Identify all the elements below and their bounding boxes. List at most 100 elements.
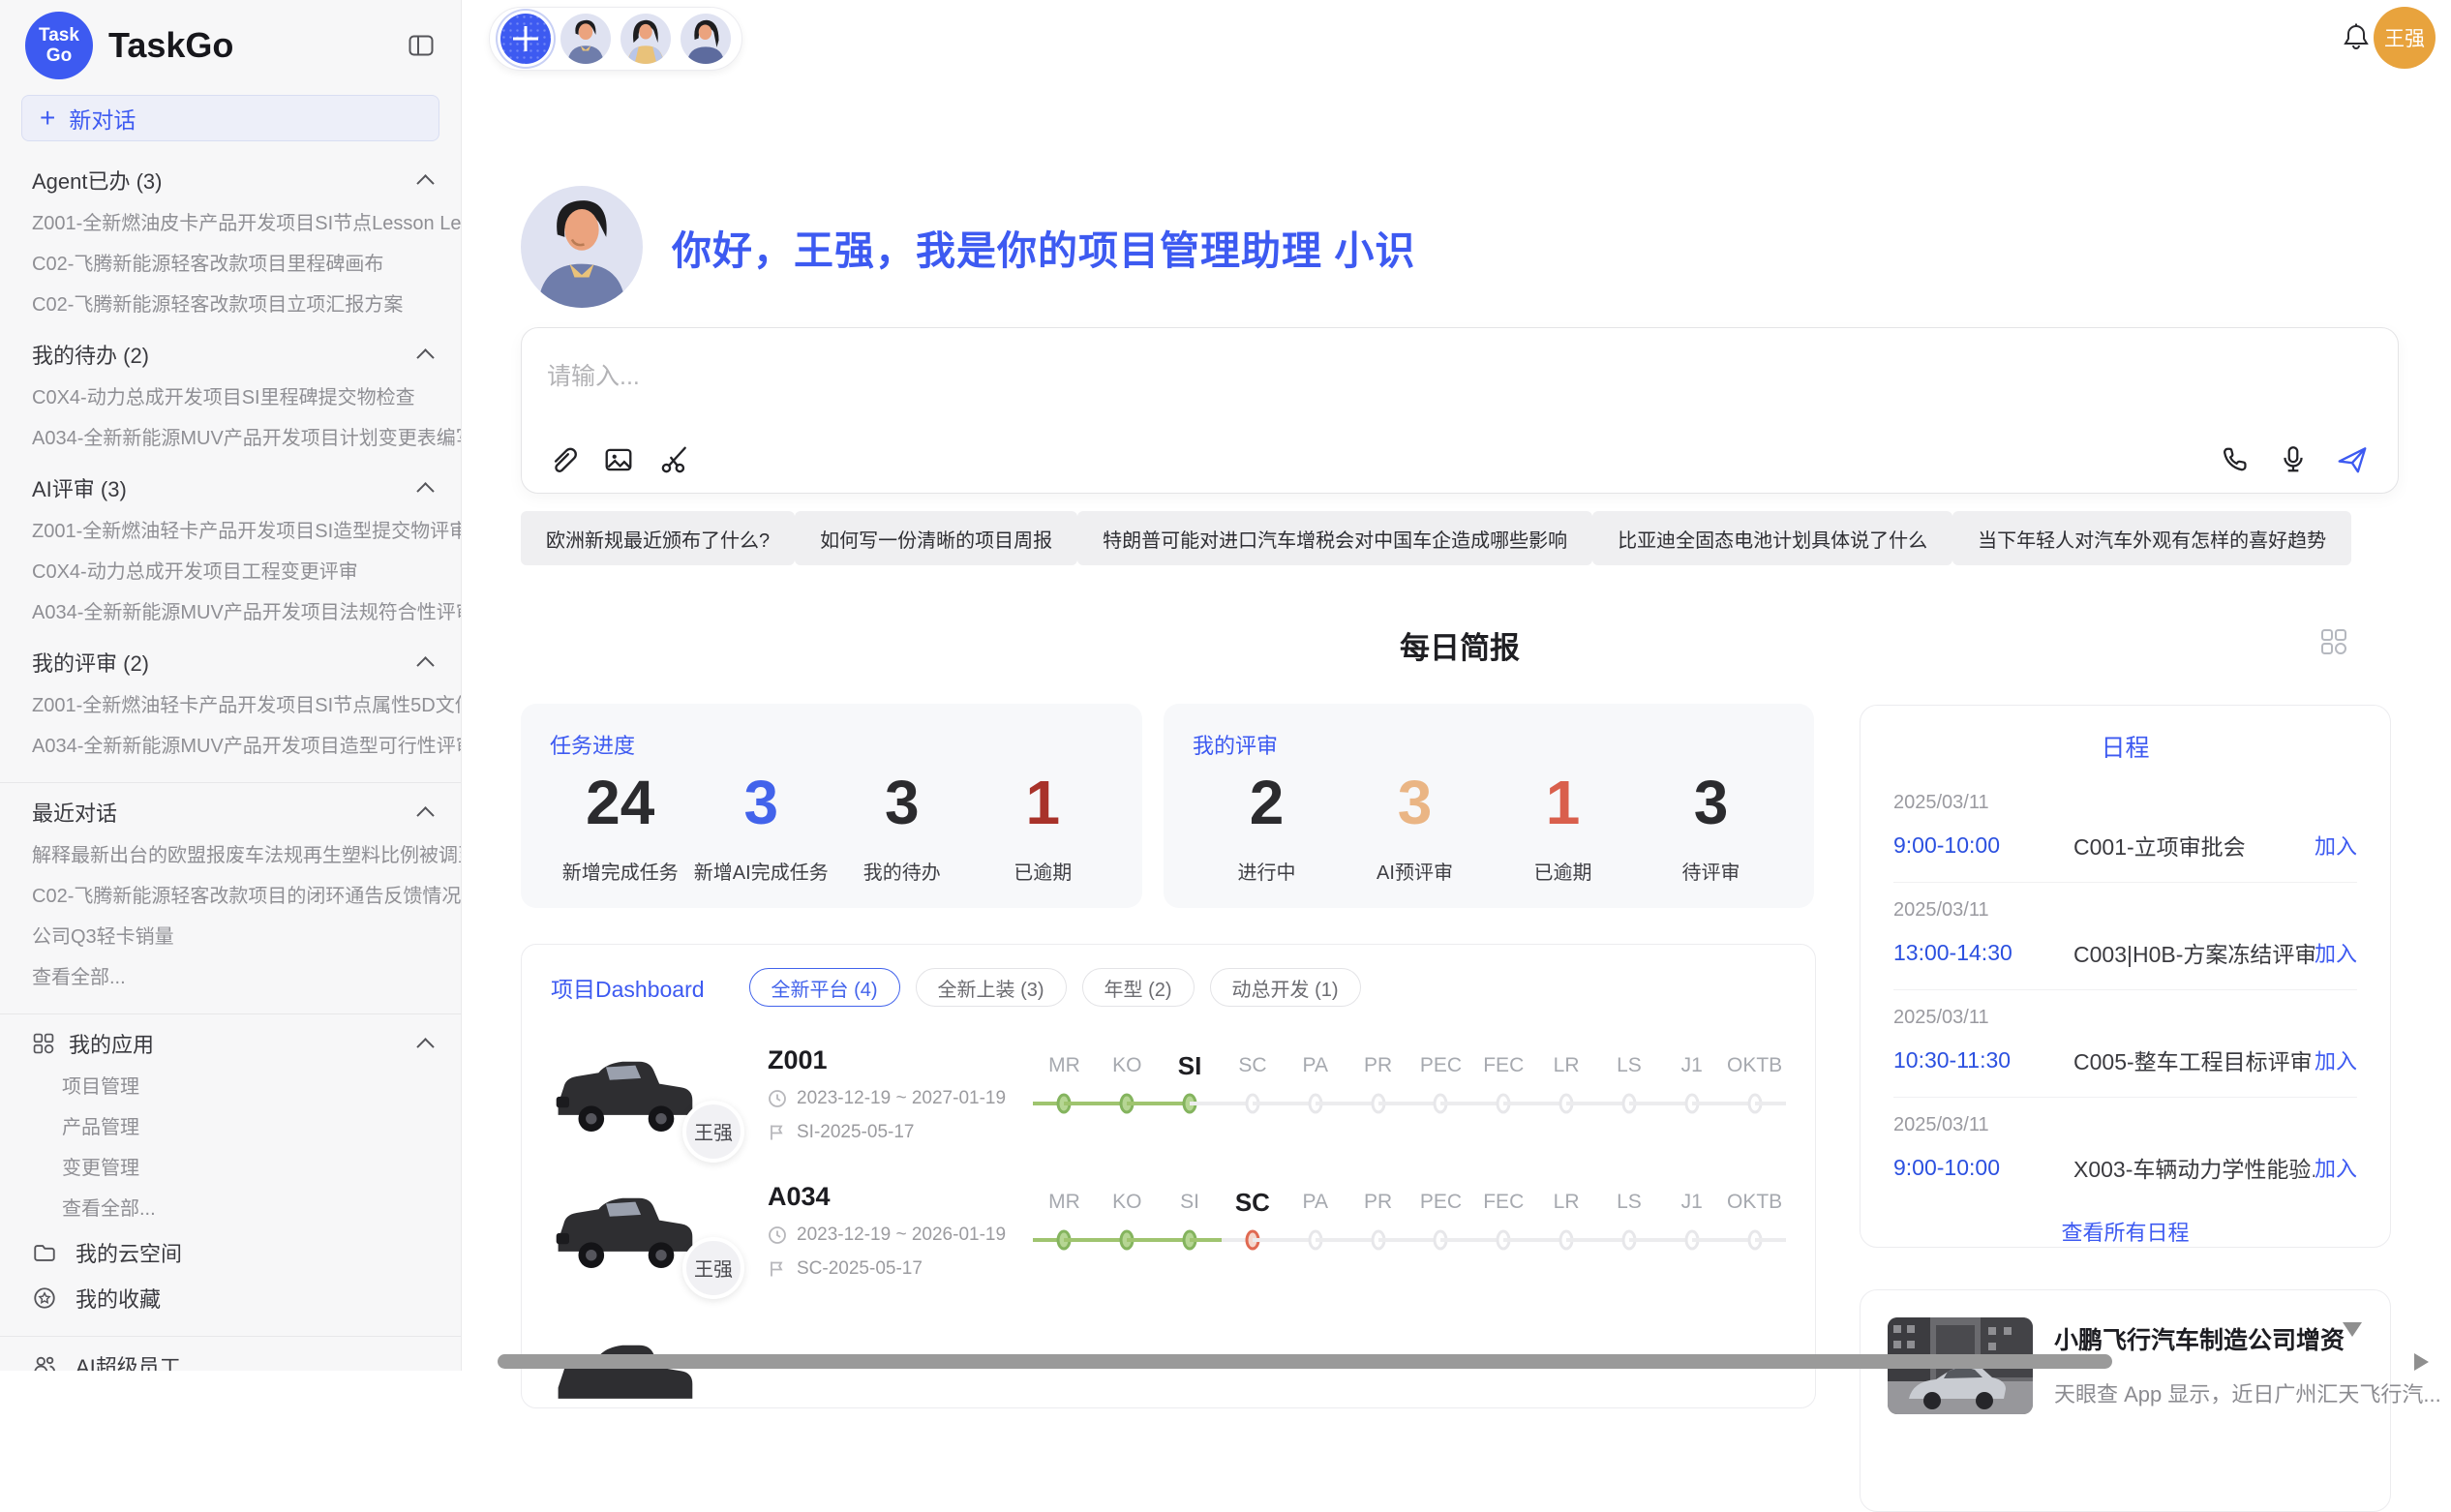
milestone-label: OKTB (1723, 1047, 1786, 1084)
news-card[interactable]: 小鹏飞行汽车制造公司增资 天眼查 App 显示，近日广州汇天飞行汽... (1860, 1289, 2391, 1512)
project-milestone-note: SC-2025-05-17 (797, 1258, 923, 1280)
image-upload-icon[interactable] (603, 444, 634, 475)
section-header[interactable]: 我的评审 (2) (0, 639, 461, 685)
project-row[interactable]: 王强 Z001 2023-12-19 ~ 2027-01-19 SI-2025-… (551, 1045, 1786, 1143)
chevron-up-icon[interactable] (416, 806, 434, 824)
chevron-up-icon[interactable] (416, 656, 434, 674)
sidebar-task-item[interactable]: A034-全新新能源MUV产品开发项目造型可行性评审 (0, 726, 461, 767)
sidebar-task-item[interactable]: Z001-全新燃油皮卡产品开发项目SI节点Lesson Learn报告 (0, 203, 461, 244)
milestone-label: MR (1033, 1047, 1096, 1084)
sidebar-task-item[interactable]: Z001-全新燃油轻卡产品开发项目SI节点属性5D文件评审 (0, 685, 461, 726)
milestone-dot (1559, 1230, 1574, 1251)
phone-call-icon[interactable] (2220, 444, 2251, 475)
app-item[interactable]: 查看全部... (0, 1189, 461, 1229)
recent-chat-item[interactable]: C02-飞腾新能源轻客改款项目的闭环通告反馈情况 (0, 876, 461, 917)
milestone-dot (1308, 1094, 1322, 1114)
team-avatar[interactable] (681, 14, 731, 64)
sidebar-item-cloud-space[interactable]: 我的云空间 (0, 1229, 461, 1275)
collapse-sidebar-icon[interactable] (407, 31, 436, 60)
join-link[interactable]: 加入 (2315, 937, 2357, 968)
suggestion-chip[interactable]: 如何写一份清晰的项目周报 (795, 511, 1077, 565)
app-title: TaskGo (108, 25, 407, 66)
suggestion-chip[interactable]: 当下年轻人对汽车外观有怎样的喜好趋势 (1952, 511, 2351, 565)
milestone-dot (1057, 1230, 1072, 1251)
stat-label: 待评审 (1637, 857, 1785, 885)
send-icon[interactable] (2336, 444, 2369, 475)
chevron-up-icon[interactable] (416, 348, 434, 366)
sidebar-task-item[interactable]: A034-全新新能源MUV产品开发项目法规符合性评审 (0, 592, 461, 633)
sidebar-task-item[interactable]: C0X4-动力总成开发项目SI里程碑提交物检查 (0, 378, 461, 418)
milestone-label: LS (1598, 1047, 1661, 1084)
suggestion-chip[interactable]: 欧洲新规最近颁布了什么? (521, 511, 795, 565)
app-item[interactable]: 产品管理 (0, 1107, 461, 1148)
clock-icon (768, 1089, 787, 1108)
sidebar-task-item[interactable]: Z001-全新燃油轻卡产品开发项目SI造型提交物评审 (0, 511, 461, 552)
join-link[interactable]: 加入 (2315, 830, 2357, 861)
app-item[interactable]: 变更管理 (0, 1148, 461, 1189)
chevron-up-icon[interactable] (416, 174, 434, 192)
milestone-line (1284, 1088, 1347, 1119)
milestone-label: SI (1159, 1184, 1222, 1221)
scroll-right-arrow[interactable] (2414, 1353, 2429, 1371)
app-item[interactable]: 项目管理 (0, 1067, 461, 1107)
team-avatar[interactable] (560, 14, 611, 64)
milestone-dot (1747, 1094, 1762, 1114)
sidebar-task-item[interactable]: A034-全新新能源MUV产品开发项目计划变更表编写 (0, 418, 461, 459)
recent-chats-header[interactable]: 最近对话 (0, 789, 461, 835)
milestone-dot (1434, 1094, 1448, 1114)
milestone-label: J1 (1660, 1184, 1723, 1221)
recent-chat-item[interactable]: 公司Q3轻卡销量 (0, 917, 461, 957)
milestone-label: LR (1535, 1184, 1598, 1221)
milestone: MR (1033, 1047, 1096, 1119)
new-chat-button[interactable]: + 新对话 (21, 95, 439, 141)
sidebar-item-ai-staff[interactable]: AI超级员工 (0, 1343, 461, 1371)
schedule-date: 2025/03/11 (1893, 1007, 2357, 1029)
my-apps-header[interactable]: 我的应用 (0, 1020, 461, 1067)
message-input[interactable]: 请输入... (522, 328, 2398, 392)
join-link[interactable]: 加入 (2315, 1044, 2357, 1075)
chevron-up-icon[interactable] (416, 1038, 434, 1055)
screenshot-scissors-icon[interactable] (659, 444, 690, 475)
suggestion-chips: 欧洲新规最近颁布了什么? 如何写一份清晰的项目周报 特朗普可能对进口汽车增税会对… (521, 511, 2343, 565)
join-link[interactable]: 加入 (2315, 1152, 2357, 1183)
suggestion-chip[interactable]: 特朗普可能对进口汽车增税会对中国车企造成哪些影响 (1077, 511, 1592, 565)
view-all-schedule-link[interactable]: 查看所有日程 (1893, 1204, 2357, 1258)
milestone-label: MR (1033, 1184, 1096, 1221)
truck-image (551, 1183, 698, 1280)
greeting-text: 你好，王强，我是你的项目管理助理 小识 (672, 218, 1415, 276)
task-progress-stats: 24 新增完成任务 3 新增AI完成任务 3 我的待办 1 已逾期 (550, 764, 1113, 885)
team-avatars-pill (489, 7, 742, 71)
daily-brief-title: 每日简报 (521, 623, 2399, 667)
add-member-button[interactable] (500, 14, 551, 64)
team-avatar[interactable] (620, 14, 671, 64)
user-avatar[interactable]: 王强 (2374, 7, 2436, 69)
section-header[interactable]: Agent已办 (3) (0, 157, 461, 203)
suggestion-chip[interactable]: 比亚迪全固态电池计划具体说了什么 (1592, 511, 1952, 565)
new-chat-label: 新对话 (69, 102, 136, 135)
filter-chip[interactable]: 全新平台 (4) (749, 968, 900, 1007)
chevron-up-icon[interactable] (416, 482, 434, 499)
layout-grid-icon[interactable] (2319, 627, 2348, 656)
sidebar-task-item[interactable]: C02-飞腾新能源轻客改款项目里程碑画布 (0, 244, 461, 285)
microphone-icon[interactable] (2278, 444, 2309, 475)
horizontal-scrollbar-thumb[interactable] (498, 1354, 2112, 1369)
filter-chip[interactable]: 全新上装 (3) (916, 968, 1067, 1007)
attachment-icon[interactable] (547, 444, 578, 475)
section-header[interactable]: 我的待办 (2) (0, 331, 461, 378)
news-title: 小鹏飞行汽车制造公司增资 (2054, 1321, 2441, 1356)
filter-chip[interactable]: 动总开发 (1) (1210, 968, 1361, 1007)
taskgo-logo: Task Go (25, 12, 93, 79)
sidebar-item-favorites[interactable]: 我的收藏 (0, 1275, 461, 1320)
section-header[interactable]: AI评审 (3) (0, 465, 461, 511)
scroll-down-arrow[interactable] (2343, 1322, 2362, 1337)
sidebar-task-item[interactable]: C0X4-动力总成开发项目工程变更评审 (0, 552, 461, 592)
recent-chat-item[interactable]: 查看全部... (0, 957, 461, 998)
stat-cell: 1 已逾期 (973, 764, 1114, 885)
milestone-label: PEC (1409, 1047, 1472, 1084)
filter-chip[interactable]: 年型 (2) (1082, 968, 1195, 1007)
milestone-line (1222, 1088, 1285, 1119)
notification-bell-icon[interactable] (2341, 21, 2372, 54)
sidebar-task-item[interactable]: C02-飞腾新能源轻客改款项目立项汇报方案 (0, 285, 461, 325)
recent-chat-item[interactable]: 解释最新出台的欧盟报废车法规再生塑料比例被调至15%... (0, 835, 461, 876)
project-row[interactable]: 王强 A034 2023-12-19 ~ 2026-01-19 SC-2025-… (551, 1182, 1786, 1280)
